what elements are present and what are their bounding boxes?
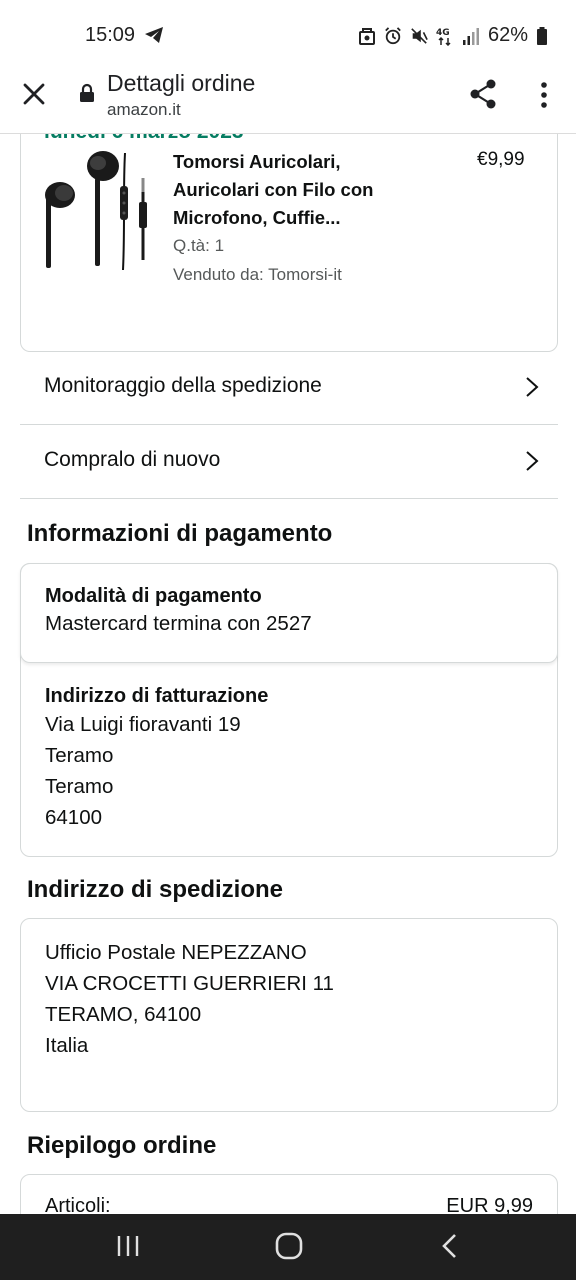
billing-address-line: Via Luigi fioravanti 19 bbox=[45, 713, 241, 736]
home-icon[interactable] bbox=[275, 1232, 303, 1260]
product-card[interactable]: Tomorsi Auricolari, Auricolari con Filo … bbox=[20, 134, 558, 352]
alarm-icon bbox=[385, 26, 401, 44]
billing-address-label: Indirizzo di fatturazione bbox=[45, 685, 269, 707]
telegram-icon bbox=[145, 27, 163, 43]
shipping-section-title: Indirizzo di spedizione bbox=[27, 876, 284, 903]
order-summary-box: Articoli: EUR 9,99 bbox=[20, 1174, 558, 1214]
svg-text:4G: 4G bbox=[436, 28, 450, 38]
product-image[interactable] bbox=[43, 148, 153, 273]
payment-method-label: Modalità di pagamento bbox=[45, 585, 262, 607]
status-icons: 4G 62% bbox=[358, 24, 548, 47]
page-domain: amazon.it bbox=[107, 100, 181, 119]
share-button[interactable] bbox=[468, 78, 498, 110]
product-name[interactable]: Tomorsi Auricolari, Auricolari con Filo … bbox=[173, 148, 413, 232]
shipping-address-box: Ufficio Postale NEPEZZANO VIA CROCETTI G… bbox=[20, 918, 558, 1112]
sync-icon bbox=[358, 27, 375, 45]
summary-items-value: EUR 9,99 bbox=[446, 1195, 533, 1214]
status-bar: 15:09 4G 62% bbox=[0, 0, 576, 70]
navigation-bar bbox=[0, 1214, 576, 1280]
billing-address-line: Teramo bbox=[45, 775, 114, 798]
summary-items-label: Articoli: bbox=[45, 1195, 111, 1214]
buy-again-link[interactable]: Compralo di nuovo bbox=[20, 426, 558, 499]
payment-method-value: Mastercard termina con 2527 bbox=[45, 612, 312, 635]
billing-address-line: 64100 bbox=[45, 806, 103, 829]
recent-apps-icon[interactable] bbox=[116, 1234, 140, 1258]
payment-section-title: Informazioni di pagamento bbox=[27, 520, 333, 547]
product-quantity: Q.tà: 1 bbox=[173, 236, 225, 255]
mute-icon bbox=[411, 27, 428, 44]
shipping-address-line: Ufficio Postale NEPEZZANO bbox=[45, 941, 307, 964]
product-seller: Venduto da: Tomorsi-it bbox=[173, 265, 342, 284]
billing-address-line: Teramo bbox=[45, 744, 114, 767]
network-4g-icon: 4G bbox=[436, 28, 451, 46]
order-summary-title: Riepilogo ordine bbox=[27, 1132, 217, 1159]
more-menu-button[interactable] bbox=[534, 80, 554, 110]
shipping-address-line: TERAMO, 64100 bbox=[45, 1003, 202, 1026]
chevron-right-icon bbox=[526, 377, 539, 397]
buy-again-label: Compralo di nuovo bbox=[44, 448, 221, 471]
browser-header: Dettagli ordine amazon.it bbox=[0, 70, 576, 134]
signal-icon bbox=[462, 27, 479, 45]
close-button[interactable] bbox=[18, 78, 50, 110]
payment-info-box: Modalità di pagamento Mastercard termina… bbox=[20, 563, 558, 857]
delivery-date: lunedì 6 marzo 2023 bbox=[44, 134, 244, 144]
order-details-content: Tomorsi Auricolari, Auricolari con Filo … bbox=[0, 134, 576, 1214]
product-price: €9,99 bbox=[477, 149, 525, 170]
chevron-right-icon bbox=[526, 451, 539, 471]
back-icon[interactable] bbox=[440, 1233, 460, 1259]
battery-icon bbox=[537, 26, 547, 45]
shipping-address-line: VIA CROCETTI GUERRIERI 11 bbox=[45, 972, 334, 995]
page-title: Dettagli ordine bbox=[107, 70, 256, 96]
status-time: 15:09 bbox=[85, 24, 136, 46]
lock-icon bbox=[80, 83, 94, 102]
track-shipment-link[interactable]: Monitoraggio della spedizione bbox=[20, 352, 558, 425]
track-shipment-label: Monitoraggio della spedizione bbox=[44, 374, 322, 397]
battery-percent: 62% bbox=[487, 24, 528, 46]
shipping-address-line: Italia bbox=[45, 1034, 89, 1057]
